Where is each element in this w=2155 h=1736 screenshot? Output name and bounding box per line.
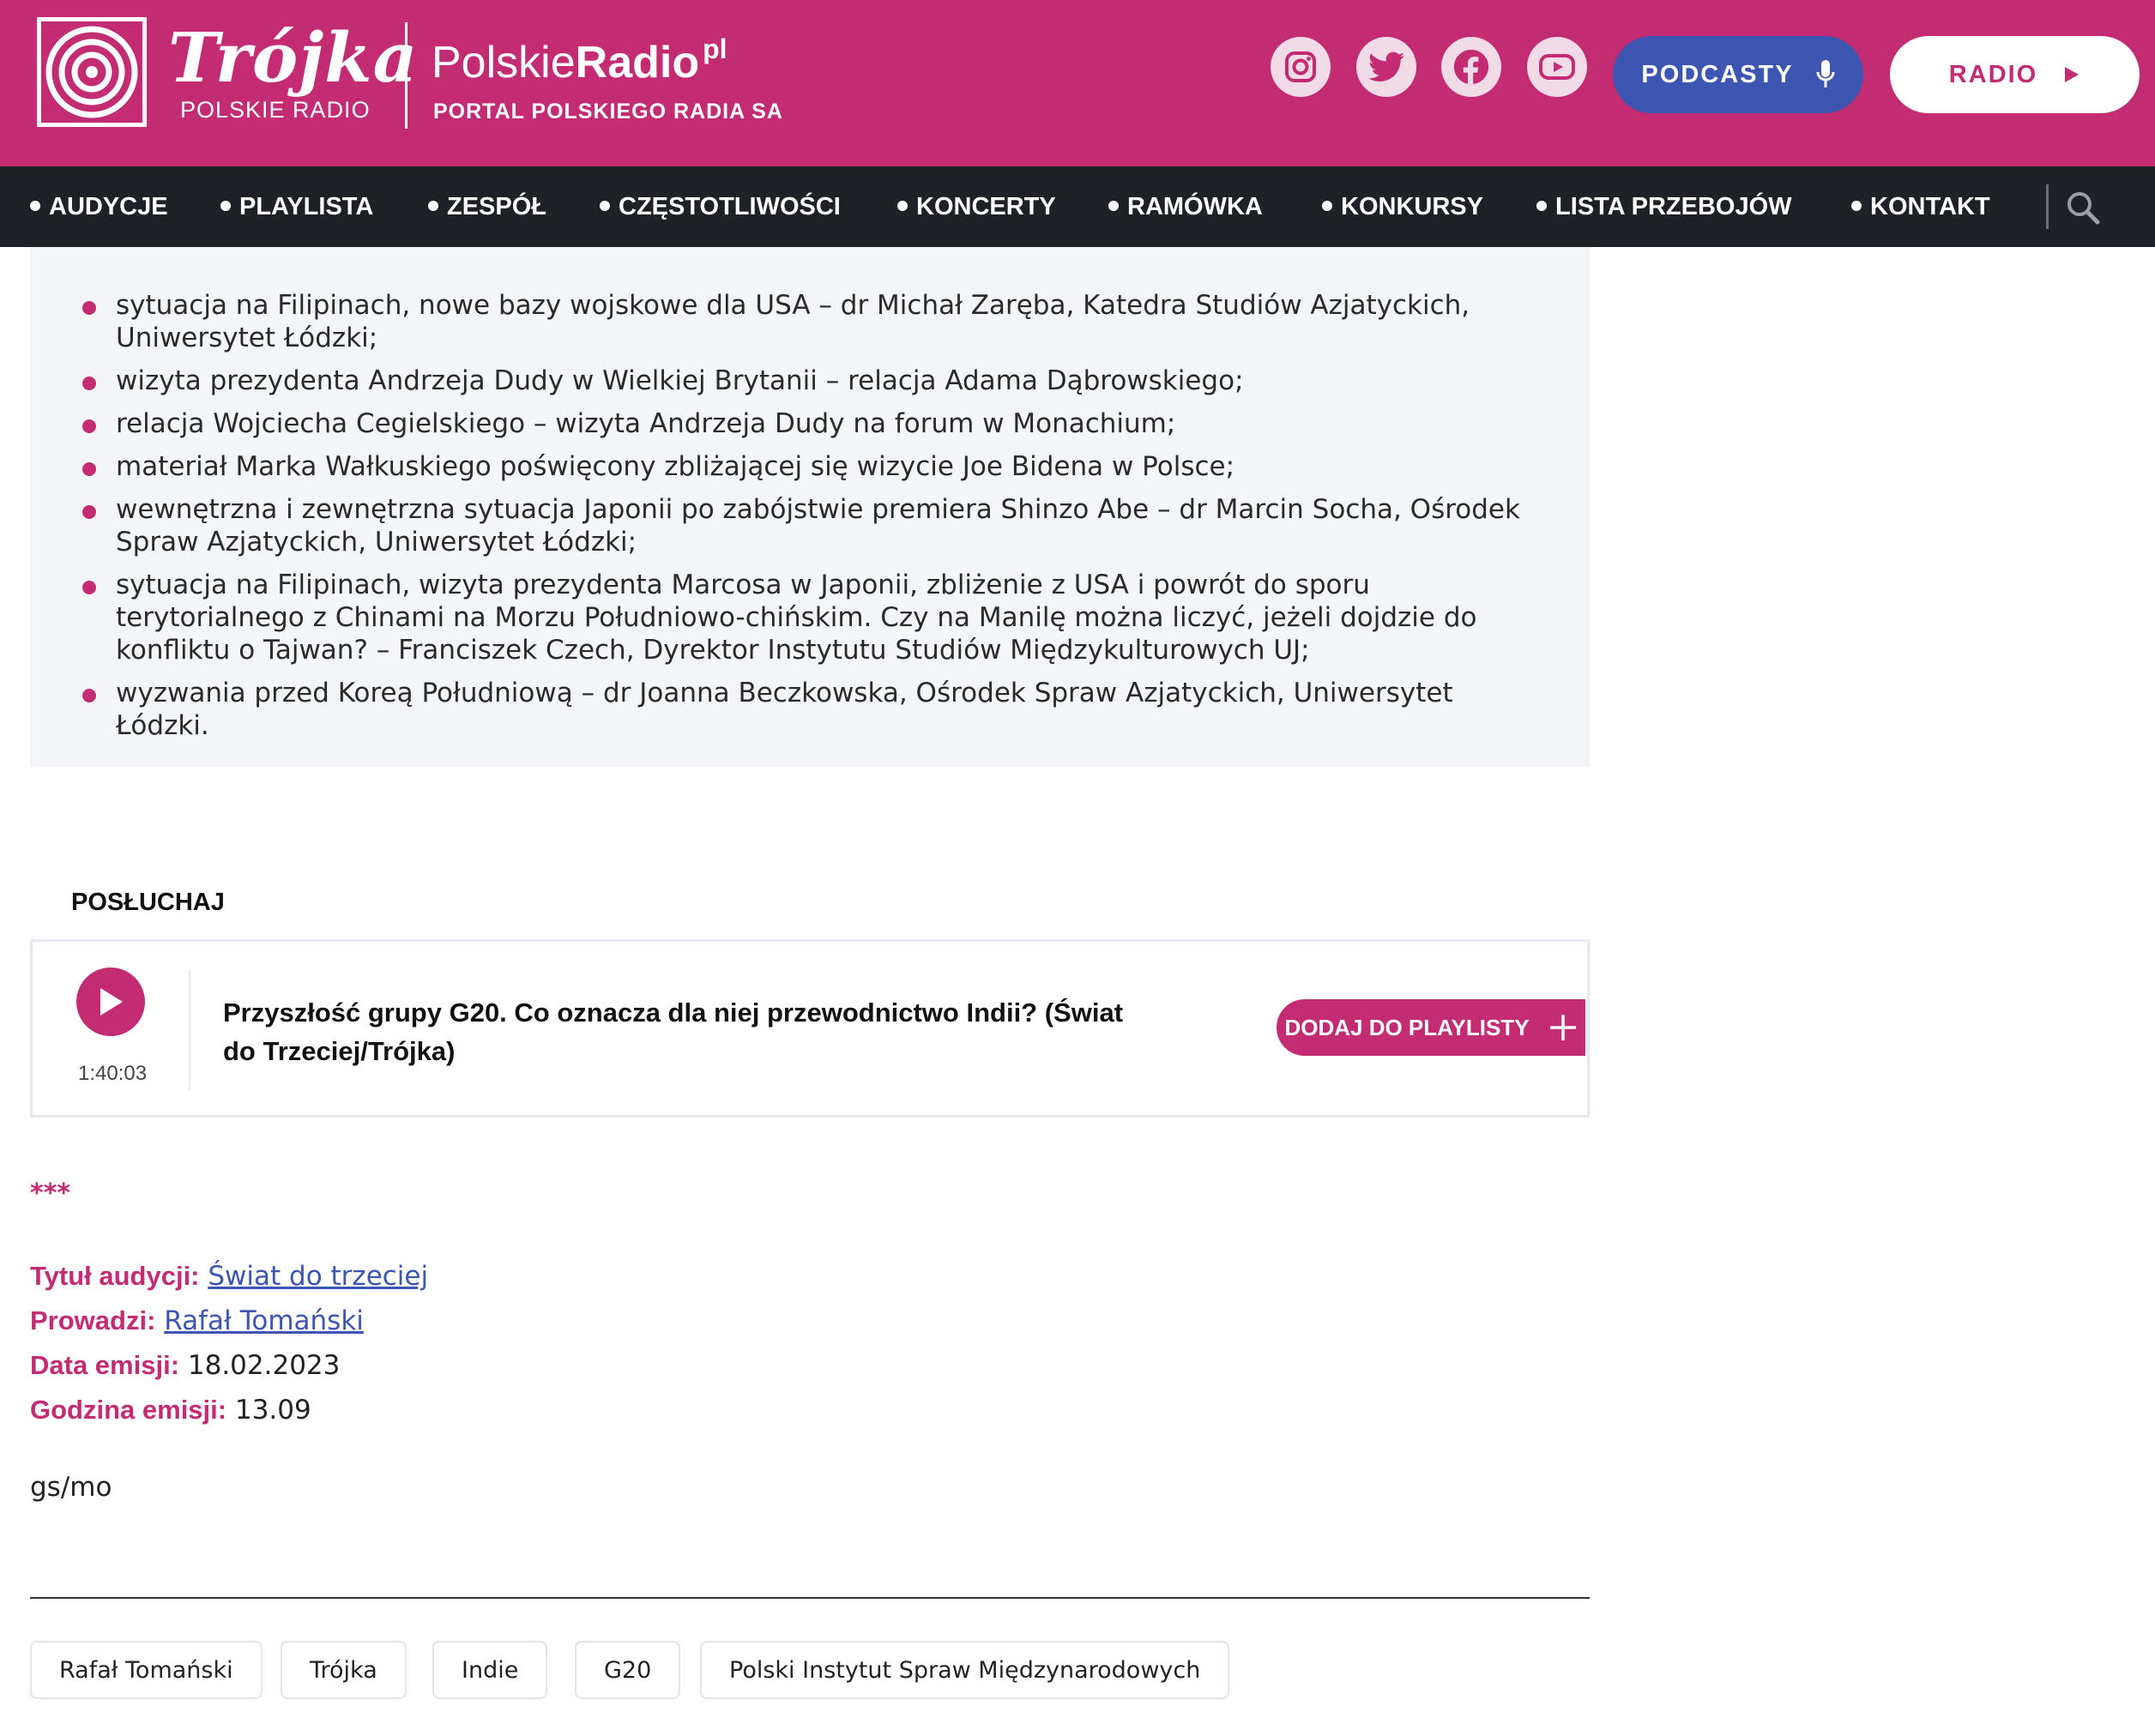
detail-date: Data emisji: 18.02.2023 xyxy=(30,1348,340,1383)
audio-player: 1:40:03 Przyszłość grupy G20. Co oznacza… xyxy=(30,939,1590,1118)
add-to-playlist-button[interactable]: DODAJ DO PLAYLISTY xyxy=(1277,999,1585,1056)
author-initials: gs/mo xyxy=(30,1472,112,1503)
nav-item-label: CZĘSTOTLIWOŚCI xyxy=(619,193,841,220)
show-title-link[interactable]: Świat do trzeciej xyxy=(208,1261,428,1292)
topics-list: sytuacja na Filipinach, nowe bazy wojsko… xyxy=(75,289,1551,752)
play-arrow-icon xyxy=(2065,67,2080,82)
nav-item-lista-przebojow[interactable]: LISTA PRZEBOJÓW xyxy=(1536,166,1792,247)
facebook-button[interactable] xyxy=(1441,37,1501,97)
instagram-icon xyxy=(1285,51,1316,82)
brand-suffix: pl xyxy=(703,33,727,64)
podcasty-label: PODCASTY xyxy=(1641,60,1794,88)
audio-duration: 1:40:03 xyxy=(78,1062,148,1085)
bullet-dot xyxy=(30,201,40,211)
listen-heading: POSŁUCHAJ xyxy=(71,889,225,916)
list-item: materiał Marka Wałkuskiego poświęcony zb… xyxy=(75,450,1551,483)
youtube-icon xyxy=(1539,54,1575,80)
nav-item-label: KONKURSY xyxy=(1341,193,1483,220)
tag-pism[interactable]: Polski Instytut Spraw Międzynarodowych xyxy=(700,1641,1230,1699)
brand-right: Radio xyxy=(575,38,700,87)
nav-item-label: PLAYLISTA xyxy=(239,193,374,220)
podcasty-button[interactable]: PODCASTY xyxy=(1613,36,1863,113)
bullet-dot xyxy=(1108,201,1119,211)
list-item: wewnętrzna i zewnętrzna sytuacja Japonii… xyxy=(75,493,1551,558)
add-to-playlist-label: DODAJ DO PLAYLISTY xyxy=(1284,1014,1530,1040)
microphone-icon xyxy=(1816,60,1835,87)
search-icon xyxy=(2067,192,2100,225)
divider xyxy=(30,1597,1590,1599)
nav-separator xyxy=(2046,184,2049,229)
bullet-dot xyxy=(1536,201,1547,211)
youtube-button[interactable] xyxy=(1527,37,1587,97)
twitter-button[interactable] xyxy=(1356,37,1416,97)
nav-item-audycje[interactable]: AUDYCJE xyxy=(30,166,168,247)
bullet-dot xyxy=(1322,201,1332,211)
detail-host: Prowadzi: Rafał Tomański xyxy=(30,1304,364,1338)
detail-label: Tytuł audycji: xyxy=(30,1261,200,1291)
bullet-dot xyxy=(220,201,231,211)
nav-item-zespol[interactable]: ZESPÓŁ xyxy=(428,166,546,247)
radio-button[interactable]: RADIO xyxy=(1890,36,2140,113)
bullet-dot xyxy=(1851,201,1862,211)
station-name[interactable]: Trójka xyxy=(168,19,418,96)
nav-item-label: RAMÓWKA xyxy=(1127,193,1263,220)
plus-icon xyxy=(1549,1015,1576,1040)
detail-label: Godzina emisji: xyxy=(30,1395,227,1425)
audio-title: Przyszłość grupy G20. Co oznacza dla nie… xyxy=(223,998,1124,1066)
search-button[interactable] xyxy=(2064,189,2102,226)
nav-item-label: ZESPÓŁ xyxy=(447,193,547,220)
header-divider xyxy=(405,22,407,129)
list-item: sytuacja na Filipinach, nowe bazy wojsko… xyxy=(75,289,1551,354)
section-separator: *** xyxy=(30,1178,71,1209)
twitter-icon xyxy=(1368,51,1404,81)
bullet-dot xyxy=(428,201,438,211)
nav-item-label: LISTA PRZEBOJÓW xyxy=(1555,193,1792,220)
list-item: relacja Wojciecha Cegielskiego – wizyta … xyxy=(75,407,1551,440)
instagram-button[interactable] xyxy=(1271,37,1331,97)
detail-value: 13.09 xyxy=(234,1395,311,1426)
station-subtitle: POLSKIE RADIO xyxy=(180,97,371,123)
polskieradio-brand[interactable]: PolskieRadio pl xyxy=(432,24,727,87)
detail-value: 18.02.2023 xyxy=(187,1350,341,1381)
list-item: wyzwania przed Koreą Południową – dr Joa… xyxy=(75,677,1551,742)
nav-item-czestotliwosci[interactable]: CZĘSTOTLIWOŚCI xyxy=(600,166,841,247)
nav-item-label: KONTAKT xyxy=(1870,193,1990,220)
portal-subtitle: PORTAL POLSKIEGO RADIA SA xyxy=(433,99,783,124)
site-header: Trójka POLSKIE RADIO PolskieRadio pl PORT… xyxy=(0,0,2155,166)
brand-left: Polskie xyxy=(432,38,576,87)
trojka-logo-icon xyxy=(45,26,138,118)
radio-label: RADIO xyxy=(1948,60,2038,88)
list-item: wizyta prezydenta Andrzeja Dudy w Wielki… xyxy=(75,365,1551,397)
nav-item-konkursy[interactable]: KONKURSY xyxy=(1322,166,1483,247)
trojka-logo[interactable] xyxy=(37,17,147,127)
nav-item-playlista[interactable]: PLAYLISTA xyxy=(220,166,373,247)
nav-item-label: AUDYCJE xyxy=(49,193,168,220)
play-icon xyxy=(100,988,123,1016)
detail-label: Prowadzi: xyxy=(30,1305,156,1335)
player-divider xyxy=(189,970,190,1090)
list-item: sytuacja na Filipinach, wizyta prezydent… xyxy=(75,569,1551,666)
detail-hour: Godzina emisji: 13.09 xyxy=(30,1393,311,1427)
bullet-dot xyxy=(897,201,908,211)
detail-label: Data emisji: xyxy=(30,1350,180,1380)
bullet-dot xyxy=(600,201,610,211)
host-link[interactable]: Rafał Tomański xyxy=(164,1305,364,1336)
main-nav: AUDYCJE PLAYLISTA ZESPÓŁ CZĘSTOTLIWOŚCI … xyxy=(0,166,2155,247)
tag-g20[interactable]: G20 xyxy=(575,1641,681,1699)
nav-item-kontakt[interactable]: KONTAKT xyxy=(1851,166,1990,247)
tag-rafal-tomanski[interactable]: Rafał Tomański xyxy=(30,1641,263,1699)
detail-title: Tytuł audycji: Świat do trzeciej xyxy=(30,1259,428,1293)
nav-item-ramowka[interactable]: RAMÓWKA xyxy=(1108,166,1263,247)
play-button[interactable] xyxy=(76,967,145,1036)
nav-item-label: KONCERTY xyxy=(916,193,1056,220)
tag-indie[interactable]: Indie xyxy=(432,1641,548,1699)
facebook-icon xyxy=(1453,49,1489,86)
nav-item-koncerty[interactable]: KONCERTY xyxy=(897,166,1056,247)
tag-trojka[interactable]: Trójka xyxy=(281,1641,407,1699)
